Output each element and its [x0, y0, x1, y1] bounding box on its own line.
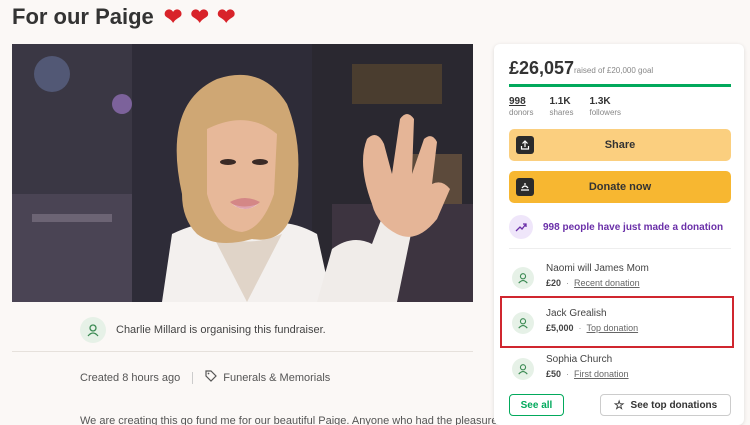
stat-followers: 1.3K followers [589, 96, 621, 117]
share-button[interactable]: Share [509, 129, 731, 161]
donation-line: £50 · First donation [546, 369, 629, 379]
photo-image [12, 44, 473, 302]
donate-icon [516, 178, 534, 196]
see-top-donations-label: See top donations [630, 399, 718, 411]
donor-name: Sophia Church [546, 354, 613, 365]
donor-name: Naomi will James Mom [546, 263, 649, 274]
goal-text: raised of £20,000 goal [574, 66, 654, 75]
progress-fill [509, 84, 731, 87]
stat-label: donors [509, 108, 534, 117]
separator-dot: · [566, 278, 570, 288]
category-link[interactable]: Funerals & Memorials [223, 372, 330, 384]
donation-tag-link[interactable]: First donation [574, 369, 629, 379]
story-teaser: We are creating this go fund me for our … [80, 415, 498, 425]
highlight-annotation [500, 296, 734, 348]
user-icon [80, 316, 106, 343]
fundraiser-photo [12, 44, 473, 302]
share-button-label: Share [604, 139, 636, 151]
stat-donors[interactable]: 998 donors [509, 96, 533, 117]
stat-label: shares [549, 108, 574, 117]
recent-donations-banner: 998 people have just made a donation [509, 215, 723, 239]
donation-line: £20 · Recent donation [546, 278, 649, 288]
organiser-text: Charlie Millard is organising this fundr… [116, 323, 326, 336]
created-time: Created 8 hours ago [80, 371, 181, 384]
donate-button-label: Donate now [588, 181, 652, 193]
user-icon [512, 267, 534, 289]
donation-amount: £50 [546, 369, 562, 379]
donation-info: Sophia Church £50 · First donation [546, 354, 629, 379]
donation-card: £26,057 raised of £20,000 goal 998 donor… [494, 44, 744, 425]
donate-button[interactable]: Donate now [509, 171, 731, 203]
donation-amount: £20 [546, 278, 562, 288]
user-icon [512, 358, 534, 380]
share-icon [516, 136, 534, 154]
donation-tag-link[interactable]: Recent donation [574, 278, 640, 288]
page-title-text: For our Paige [12, 4, 154, 29]
stat-value: 1.3K [589, 96, 611, 107]
see-top-donations-button[interactable]: ☆ See top donations [600, 394, 731, 416]
page-title: For our Paige ❤ ❤ ❤ [12, 4, 236, 30]
raised-amount: £26,057 [509, 58, 575, 78]
progress-bar [509, 84, 731, 87]
tag-icon [205, 370, 218, 385]
divider [509, 248, 731, 249]
stat-label: followers [589, 108, 622, 117]
separator-dot: · [566, 369, 570, 379]
trend-up-icon [509, 215, 533, 239]
donation-item: Sophia Church £50 · First donation [512, 354, 629, 380]
fundraiser-meta: Created 8 hours ago Funerals & Memorials [80, 370, 330, 385]
donation-info: Naomi will James Mom £20 · Recent donation [546, 263, 649, 288]
stat-shares: 1.1K shares [549, 96, 573, 117]
heart-icon: ❤ ❤ ❤ [163, 4, 237, 29]
stat-value: 998 [509, 96, 526, 107]
organiser-row: Charlie Millard is organising this fundr… [12, 308, 473, 352]
meta-divider [192, 371, 194, 384]
stat-value: 1.1K [549, 96, 571, 107]
donation-item: Naomi will James Mom £20 · Recent donation [512, 263, 649, 289]
stats-row: 998 donors 1.1K shares 1.3K followers [509, 96, 637, 117]
star-icon: ☆ [613, 398, 625, 412]
see-all-button[interactable]: See all [509, 394, 564, 416]
recent-donations-text: 998 people have just made a donation [543, 221, 724, 233]
